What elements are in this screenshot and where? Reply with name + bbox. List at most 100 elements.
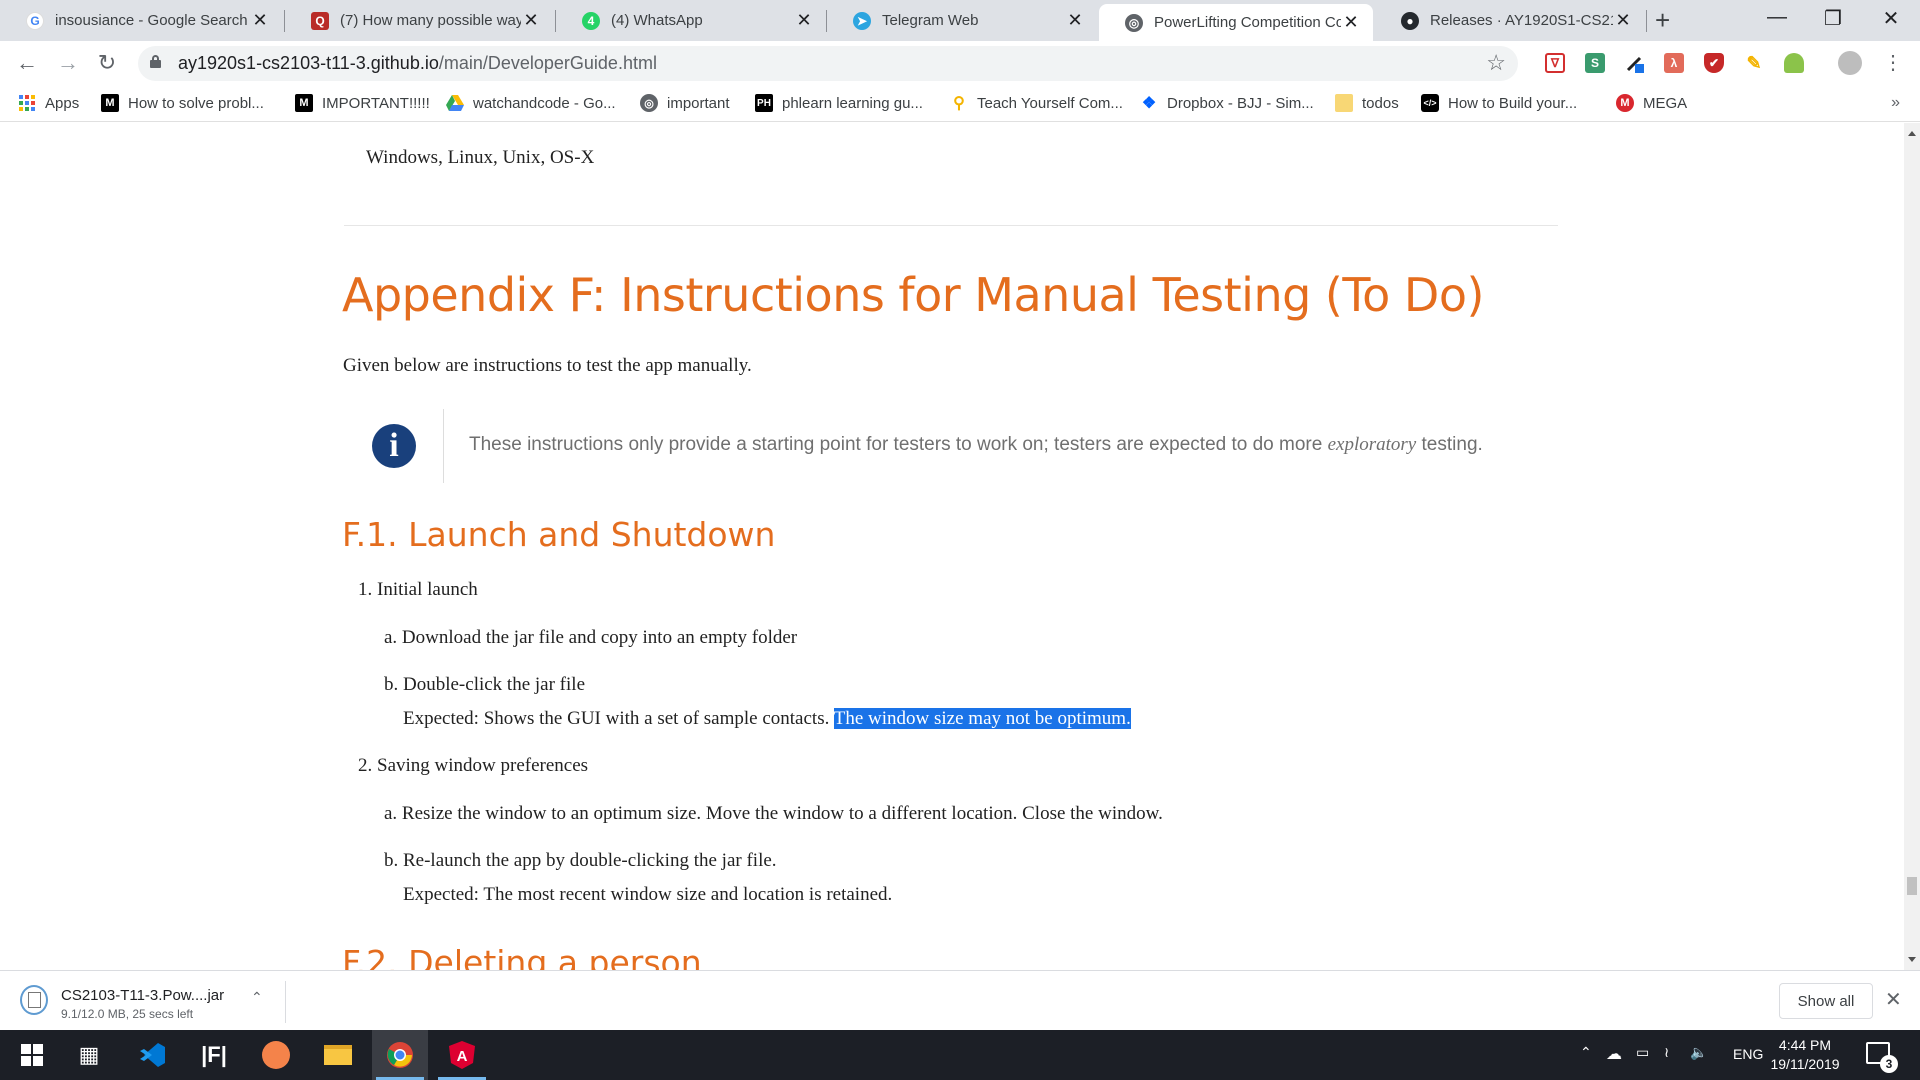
bookmark-star-icon[interactable]: ☆ <box>1486 50 1506 76</box>
medium-icon: M <box>295 94 313 112</box>
close-window-icon[interactable]: ✕ <box>1876 6 1906 31</box>
bookmark-how-to-solve[interactable]: M How to solve probl... <box>101 94 264 112</box>
git-tool-icon[interactable] <box>248 1030 304 1080</box>
scroll-up-arrow-icon[interactable] <box>1908 131 1916 136</box>
tab-powerlifting-active[interactable]: ◎ PowerLifting Competition Co ✕ <box>1099 4 1373 41</box>
tab-google-search[interactable]: G insousiance - Google Search ✕ <box>0 0 282 41</box>
close-tab-icon[interactable]: ✕ <box>250 10 270 31</box>
bookmark-label: phlearn learning gu... <box>782 94 923 112</box>
close-tab-icon[interactable]: ✕ <box>1613 10 1633 31</box>
scroll-down-arrow-icon[interactable] <box>1908 957 1916 962</box>
tab-title: Releases · AY1920S1-CS2103 <box>1430 12 1613 29</box>
apps-grid-icon <box>18 94 36 112</box>
vscode-icon[interactable] <box>124 1030 180 1080</box>
bookmark-apps[interactable]: Apps <box>18 94 79 112</box>
bookmark-important[interactable]: ◎ important <box>640 94 730 112</box>
back-arrow-icon[interactable]: ← <box>14 51 40 75</box>
bookmark-watchandcode[interactable]: watchandcode - Go... <box>446 94 616 112</box>
reload-icon[interactable]: ↻ <box>94 51 120 75</box>
task-view-icon[interactable]: ▦ <box>61 1030 117 1080</box>
shield-extension-icon[interactable]: ✔ <box>1704 53 1724 73</box>
close-tab-icon[interactable]: ✕ <box>1341 12 1361 33</box>
bookmark-dropbox[interactable]: ❖ Dropbox - BJJ - Sim... <box>1140 94 1314 113</box>
tab-telegram[interactable]: ➤ Telegram Web ✕ <box>827 0 1097 41</box>
system-clock[interactable]: 4:44 PM 19/11/2019 <box>1767 1036 1843 1074</box>
language-indicator[interactable]: ENG <box>1733 1046 1763 1062</box>
forward-arrow-icon[interactable]: → <box>55 51 81 75</box>
close-shelf-icon[interactable]: ✕ <box>1885 987 1902 1012</box>
onedrive-cloud-icon[interactable]: ☁ <box>1606 1044 1622 1064</box>
tab-title: (7) How many possible ways · <box>340 12 521 29</box>
info-icon: i <box>372 424 416 468</box>
show-hidden-icons-icon[interactable]: ⌃ <box>1580 1044 1592 1061</box>
intellij-icon[interactable]: |F| <box>186 1030 242 1080</box>
bookmark-mega[interactable]: M MEGA <box>1616 94 1687 112</box>
address-bar[interactable]: ay1920s1-cs2103-t11-3.github.io/main/Dev… <box>138 46 1518 81</box>
minimize-icon[interactable]: — <box>1762 6 1792 29</box>
url-text[interactable]: ay1920s1-cs2103-t11-3.github.io/main/Dev… <box>178 53 657 74</box>
s-extension-icon[interactable]: S <box>1585 53 1605 73</box>
browser-menu-icon[interactable]: ⋮ <box>1880 51 1906 75</box>
list-item-saving-window-prefs: 2. Saving window preferences <box>358 755 589 776</box>
bookmark-label: Dropbox - BJJ - Sim... <box>1167 94 1314 112</box>
new-tab-button[interactable]: + <box>1655 5 1670 36</box>
download-file-name[interactable]: CS2103-T11-3.Pow....jar <box>61 987 224 1004</box>
angular-icon[interactable]: A <box>434 1030 490 1080</box>
tab-separator <box>1646 10 1647 32</box>
tab-whatsapp[interactable]: 4 (4) WhatsApp ✕ <box>556 0 826 41</box>
show-all-button[interactable]: Show all <box>1779 983 1873 1019</box>
bookmark-how-to-build[interactable]: </> How to Build your... <box>1421 94 1577 112</box>
bookmark-label: IMPORTANT!!!!! <box>322 94 430 112</box>
profile-avatar-icon[interactable] <box>1838 51 1862 75</box>
download-progress-icon[interactable] <box>20 985 48 1015</box>
battery-icon[interactable]: ▭ <box>1636 1044 1649 1061</box>
bookmarks-overflow-button[interactable]: » <box>1891 94 1900 112</box>
close-tab-icon[interactable]: ✕ <box>794 10 814 31</box>
highlighter-extension-icon[interactable]: ✎ <box>1744 53 1764 73</box>
bookmark-label: How to solve probl... <box>128 94 264 112</box>
url-host: ay1920s1-cs2103-t11-3.github.io <box>178 53 439 73</box>
list-item-download-jar: a. Download the jar file and copy into a… <box>384 627 798 648</box>
download-divider <box>285 981 286 1023</box>
bookmark-todos[interactable]: todos <box>1335 94 1399 112</box>
tab-github-releases[interactable]: ● Releases · AY1920S1-CS2103 ✕ <box>1375 0 1645 41</box>
close-tab-icon[interactable]: ✕ <box>521 10 541 31</box>
key-icon: ⚲ <box>953 95 965 112</box>
tab-title: (4) WhatsApp <box>611 12 703 29</box>
bookmark-important-caps[interactable]: M IMPORTANT!!!!! <box>295 94 430 112</box>
download-status: 9.1/12.0 MB, 25 secs left <box>61 1007 194 1021</box>
tab-quora[interactable]: Q (7) How many possible ways · ✕ <box>285 0 553 41</box>
os-support-line: Windows, Linux, Unix, OS-X <box>366 147 595 168</box>
admonition-text-before: These instructions only provide a starti… <box>469 434 1328 455</box>
restore-icon[interactable]: ❐ <box>1818 6 1848 31</box>
close-tab-icon[interactable]: ✕ <box>1065 10 1085 31</box>
volume-icon[interactable]: 🔈 <box>1690 1044 1707 1061</box>
windows-taskbar: ▦ |F| A ⌃ ☁ ▭ ≀ 🔈 ENG 4:44 PM 19/11/2019 … <box>0 1030 1920 1080</box>
clock-date: 19/11/2019 <box>1770 1056 1840 1072</box>
tab-strip: G insousiance - Google Search ✕ Q (7) Ho… <box>0 0 1920 41</box>
chrome-icon[interactable] <box>372 1030 428 1080</box>
lock-icon <box>150 55 161 68</box>
page-content: Windows, Linux, Unix, OS-X Appendix F: I… <box>0 123 1904 970</box>
bookmark-label: How to Build your... <box>1448 94 1578 112</box>
scrollbar-thumb[interactable] <box>1907 876 1917 895</box>
chevron-up-icon[interactable]: ⌃ <box>251 989 263 1006</box>
bookmark-teach-yourself[interactable]: ⚲ Teach Yourself Com... <box>950 94 1123 113</box>
dropbox-icon: ❖ <box>1141 95 1157 112</box>
file-explorer-icon[interactable] <box>310 1030 366 1080</box>
plant-extension-icon[interactable] <box>1784 53 1804 73</box>
selected-text-highlight[interactable]: The window size may not be optimum. <box>833 708 1131 729</box>
wifi-icon[interactable]: ≀ <box>1664 1044 1669 1061</box>
whatsapp-icon: 4 <box>582 11 600 30</box>
bookmarks-bar: Apps M How to solve probl... M IMPORTANT… <box>0 86 1920 122</box>
bookmark-phlearn[interactable]: PH phlearn learning gu... <box>755 94 923 112</box>
pocket-extension-icon[interactable]: ∇ <box>1545 53 1565 73</box>
windows-start-icon[interactable] <box>4 1030 60 1080</box>
pdf-extension-icon[interactable]: λ <box>1664 53 1684 73</box>
mega-icon: M <box>1616 94 1634 112</box>
bookmark-label: important <box>667 94 730 112</box>
page-scrollbar[interactable] <box>1904 123 1920 970</box>
appendix-heading: Appendix F: Instructions for Manual Test… <box>342 268 1484 322</box>
pen-extension-icon[interactable] <box>1625 53 1645 73</box>
telegram-icon: ➤ <box>853 11 871 30</box>
